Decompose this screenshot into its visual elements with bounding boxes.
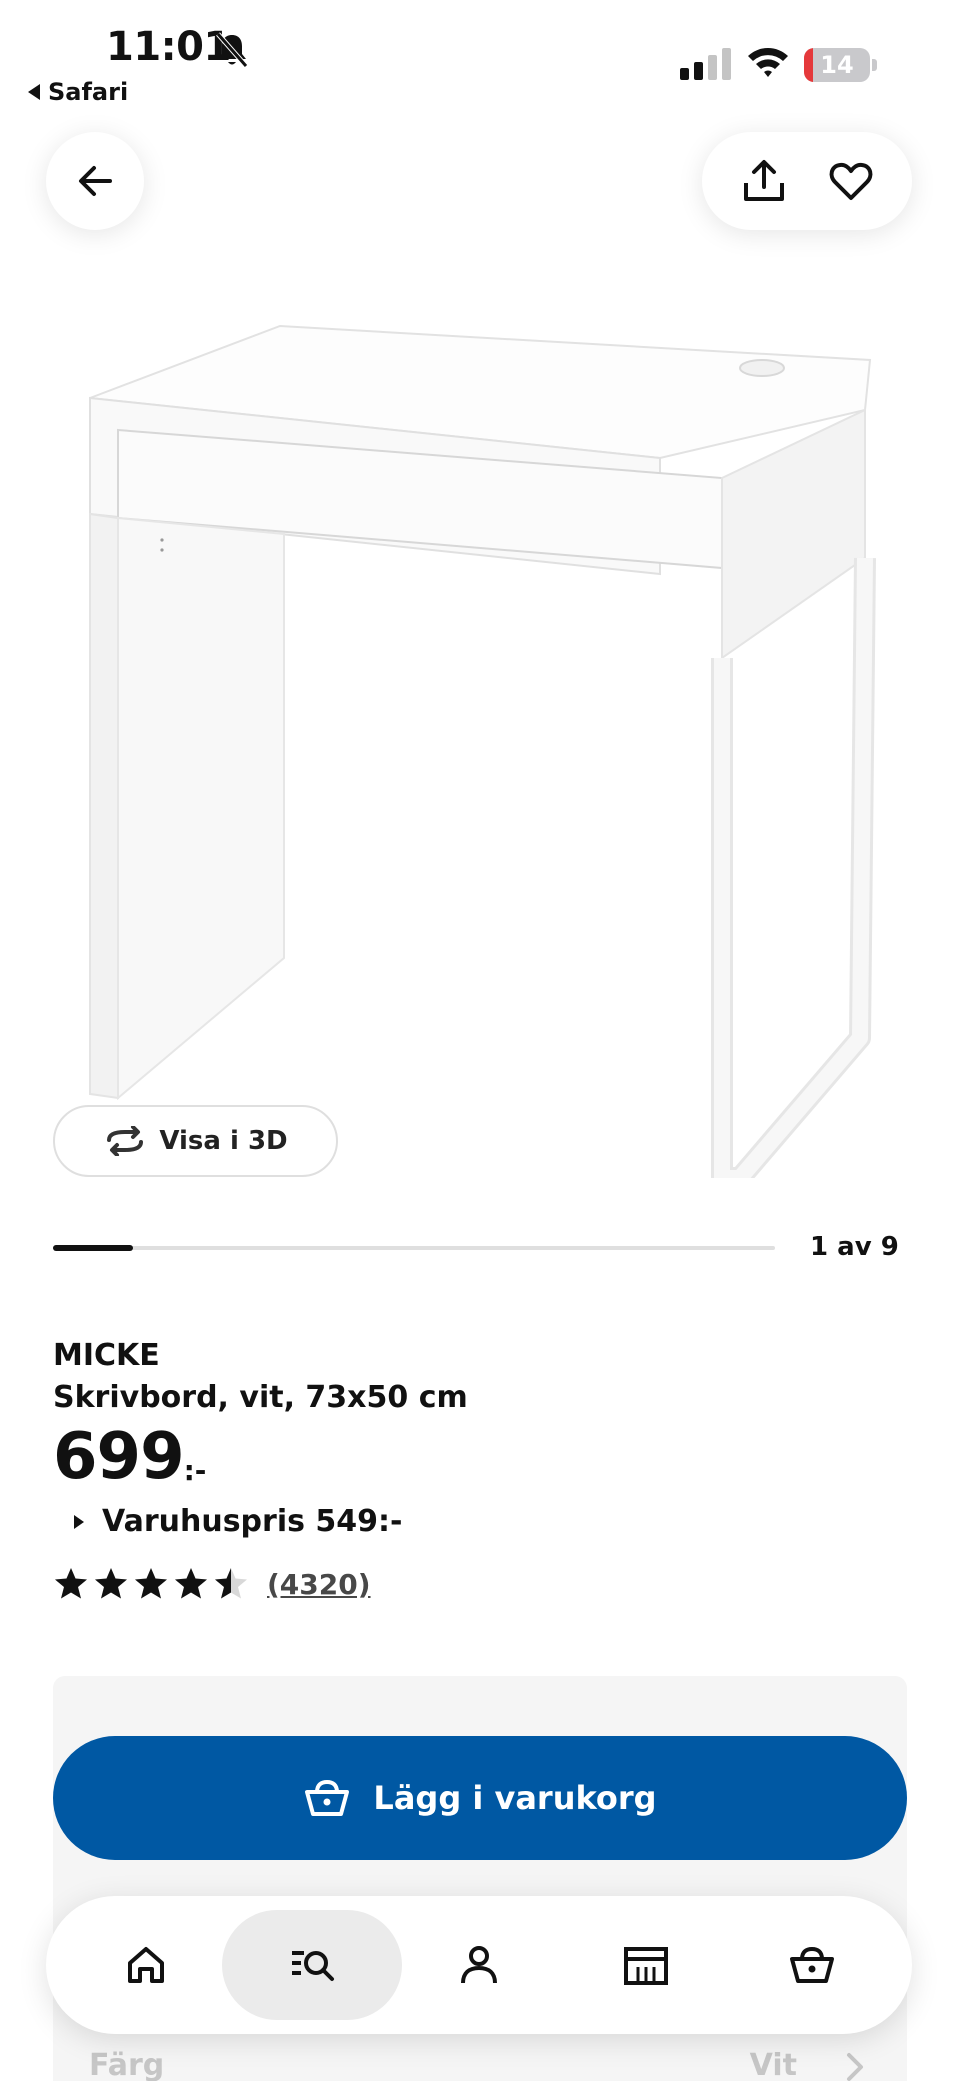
chevron-right-icon [847, 2053, 863, 2081]
view-3d-label: Visa i 3D [159, 1126, 288, 1156]
disclosure-triangle-icon [74, 1514, 84, 1529]
store-price-toggle[interactable]: Varuhuspris 549:- [74, 1504, 402, 1539]
product-name: MICKE [53, 1338, 160, 1373]
back-to-safari[interactable]: Safari [28, 78, 128, 106]
basket-icon [305, 1779, 350, 1816]
back-app-label: Safari [48, 78, 129, 106]
gallery-progress [53, 1245, 775, 1251]
product-price: 699 :- [53, 1420, 206, 1494]
color-label: Färg [89, 2048, 165, 2081]
color-value: Vit [749, 2048, 797, 2081]
home-icon [128, 1947, 164, 1983]
star-full-icon [95, 1568, 127, 1599]
favorite-button[interactable] [819, 149, 883, 213]
share-icon [743, 160, 784, 201]
battery-indicator: 14 [804, 48, 877, 82]
cellular-signal-icon [680, 48, 731, 80]
arrow-left-icon [79, 166, 112, 196]
view-3d-button[interactable]: Visa i 3D [53, 1105, 338, 1177]
store-icon [624, 1947, 668, 1985]
person-icon [461, 1946, 497, 1984]
battery-level: 14 [820, 51, 854, 79]
store-price-label: Varuhuspris 549:- [102, 1504, 403, 1539]
gallery-progress-fill [53, 1245, 134, 1251]
nav-search[interactable] [222, 1910, 402, 2020]
nav-store[interactable] [556, 1910, 736, 2020]
star-full-icon [135, 1568, 167, 1599]
basket-icon [790, 1946, 834, 1983]
back-button[interactable] [46, 132, 144, 230]
nav-home[interactable] [56, 1910, 236, 2020]
price-suffix: :- [183, 1454, 207, 1487]
bell-slash-icon [216, 32, 248, 68]
add-to-cart-button[interactable]: Lägg i varukorg [53, 1736, 907, 1860]
nav-profile[interactable] [389, 1910, 569, 2020]
share-button[interactable] [732, 149, 796, 213]
bottom-navigation [46, 1896, 912, 2034]
wifi-icon [748, 48, 788, 77]
product-rating[interactable]: (4320) [53, 1566, 371, 1602]
gallery-page-counter: 1 av 9 [810, 1232, 899, 1262]
review-count-link[interactable]: (4320) [267, 1568, 371, 1601]
star-full-icon [175, 1568, 207, 1599]
nav-cart[interactable] [722, 1910, 902, 2020]
back-triangle-icon [28, 84, 40, 100]
heart-icon [829, 162, 872, 200]
add-to-cart-label: Lägg i varukorg [373, 1779, 657, 1817]
star-half-icon [215, 1568, 247, 1599]
star-full-icon [55, 1568, 87, 1599]
product-image[interactable] [80, 318, 880, 1178]
search-icon [292, 1951, 334, 1981]
price-amount: 699 [53, 1420, 185, 1494]
header-actions [702, 132, 912, 230]
product-description: Skrivbord, vit, 73x50 cm [53, 1380, 468, 1415]
rotate-3d-icon [107, 1126, 144, 1156]
